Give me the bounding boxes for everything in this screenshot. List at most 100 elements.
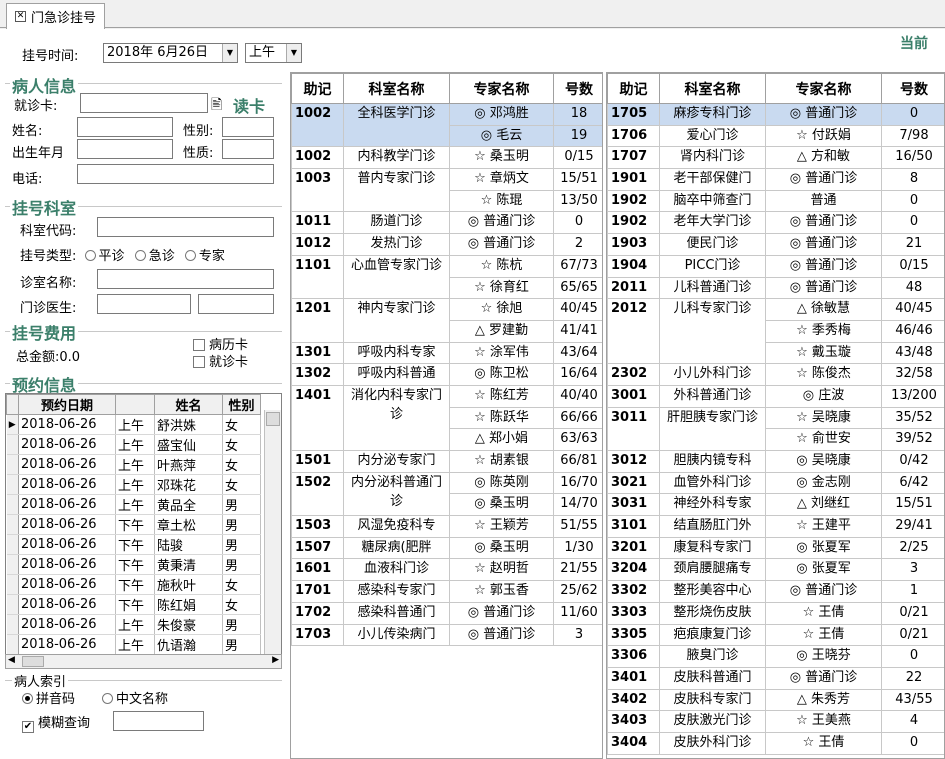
radio-chinese-name[interactable]: 中文名称 (102, 688, 168, 707)
table-row[interactable]: 3101 结直肠肛门外 ☆ 王建平 29/41 (607, 515, 944, 538)
table-row[interactable]: 1502 内分泌科普通门诊 ◎ 陈英刚 16/70 (291, 471, 602, 517)
reg-period-select[interactable]: 上午 ▼ (245, 43, 302, 63)
table-row[interactable]: 1904 PICC门诊 ◎ 普通门诊 0/15 (607, 254, 944, 278)
table-row[interactable]: 2018-06-26 下午 陆骏男 (6, 534, 261, 555)
table-row[interactable]: 1902 老年大学门诊 ◎ 普通门诊 0 (607, 211, 944, 235)
table-row[interactable]: 3303 整形烧伤皮肤 ☆ 王倩 0/21 (607, 601, 944, 625)
table-row[interactable]: 1706 爱心门诊 ☆ 付跃娟 7/98 (607, 124, 944, 148)
table-row[interactable]: ▶ 2018-06-26 上午 舒洪姝女 (6, 414, 261, 435)
col-code[interactable]: 助记 (291, 73, 344, 104)
table-row[interactable]: 2012 儿科专家门诊 △ 徐敏慧 40/45 (607, 298, 944, 365)
table-row[interactable]: 3021 血管外科门诊 ◎ 金志刚 6/42 (607, 471, 944, 495)
table-row[interactable]: 3204 颈肩腰腿痛专 ◎ 张夏军 3 (607, 558, 944, 582)
table-row[interactable]: 3302 整形美容中心 ◎ 普通门诊 1 (607, 580, 944, 603)
table-row[interactable]: 1901 老干部保健门 ◎ 普通门诊 8 (607, 168, 944, 191)
table-row[interactable]: 1012 发热门诊 ◎ 普通门诊 2 (291, 233, 602, 256)
table-row[interactable]: 1401 消化内科专家门诊 ☆ 陈红芳 40/40 (291, 384, 602, 452)
table-row[interactable]: 3201 康复科专家门 ◎ 张夏军 2/25 (607, 536, 944, 560)
appointment-table[interactable]: 预约日期 姓名 性别 ▶ 2018-06-26 上午 舒洪姝女 2018-06-26 上午… (5, 393, 282, 668)
col-number[interactable]: 号数 (553, 73, 602, 104)
gender-input[interactable] (222, 117, 274, 137)
table-row[interactable]: 3012 胆胰内镜专科 ◎ 吴晓康 0/42 (607, 450, 944, 473)
table-row[interactable]: 2018-06-26 下午 章土松男 (6, 514, 261, 535)
table-row[interactable]: 1201 神内专家门诊 ☆ 徐旭 40/45 (291, 298, 602, 343)
table-row[interactable]: 1903 便民门诊 ◎ 普通门诊 21 (607, 233, 944, 256)
table-row[interactable]: 2018-06-26 上午 朱俊豪男 (6, 614, 261, 635)
table-row[interactable]: 1707 肾内科门诊 △ 方和敏 16/50 (607, 146, 944, 170)
table-row[interactable]: 3031 神经外科专家 △ 刘继红 15/51 (607, 493, 944, 517)
table-row[interactable]: 2018-06-26 下午 黄秉清男 (6, 554, 261, 575)
phone-input[interactable] (77, 164, 274, 184)
tab-outpatient-registration[interactable]: ✕ 门急诊挂号 (6, 3, 106, 29)
col-appt-gender[interactable]: 性别 (222, 394, 261, 415)
table-row[interactable]: 1701 感染科专家门 ☆ 郭玉香 25/62 (291, 580, 602, 603)
col-dept[interactable]: 科室名称 (343, 73, 450, 104)
table-row[interactable]: 1302 呼吸内科普通 ◎ 陈卫松 16/64 (291, 363, 602, 386)
table-row[interactable]: 1702 感染科普通门 ◎ 普通门诊 11/60 (291, 601, 602, 625)
col-appt-date[interactable]: 预约日期 (18, 394, 116, 415)
dept-grid-right[interactable]: 助记 科室名称 专家名称 号数 1705 麻疹专科门诊 ◎ 普通门诊 0 1706 爱心门… (606, 72, 945, 759)
chk-fuzzy-query[interactable]: ✔ 模糊查询 (22, 712, 90, 733)
card-input[interactable] (80, 93, 208, 113)
radio-expert[interactable]: 专家 (184, 249, 225, 264)
reg-date-picker[interactable]: 2018年 6月26日 ▼ (103, 43, 238, 63)
dept-grid-left[interactable]: 助记 科室名称 专家名称 号数 1002 全科医学门诊 ◎ 邓鸿胜 18 ◎ 毛云 19 1… (290, 72, 603, 759)
table-row[interactable]: 2302 小儿外科门诊 ☆ 陈俊杰 32/58 (607, 363, 944, 386)
table-row[interactable]: 2018-06-26 上午 盛宝仙女 (6, 434, 261, 455)
col-code[interactable]: 助记 (607, 73, 660, 104)
table-row[interactable]: 3305 疤痕康复门诊 ☆ 王倩 0/21 (607, 623, 944, 647)
room-input[interactable] (97, 269, 274, 289)
table-row[interactable]: 2018-06-26 下午 施秋叶女 (6, 574, 261, 595)
appointment-hscroll[interactable]: ◀ ▶ (5, 654, 282, 669)
col-dept[interactable]: 科室名称 (659, 73, 766, 104)
dept-code-input[interactable] (97, 217, 274, 237)
col-appt-name[interactable]: 姓名 (154, 394, 223, 415)
name-input[interactable] (77, 117, 173, 137)
table-row[interactable]: 3011 肝胆胰专家门诊 ☆ 吴晓康 35/52 (607, 406, 944, 452)
col-doctor[interactable]: 专家名称 (449, 73, 554, 104)
radio-normal[interactable]: 平诊 (84, 249, 125, 264)
table-row[interactable]: 1301 呼吸内科专家 ☆ 涂军伟 43/64 (291, 341, 602, 365)
table-row[interactable]: 2018-06-26 上午 邓珠花女 (6, 474, 261, 495)
chevron-down-icon[interactable]: ▼ (286, 44, 301, 62)
col-appt-period[interactable] (115, 394, 155, 415)
table-row[interactable]: 2018-06-26 上午 仇语瀚男 (6, 634, 261, 655)
index-search-input[interactable] (113, 711, 204, 731)
radio-pinyin[interactable]: 拼音码 (22, 688, 75, 707)
appointment-vscroll[interactable] (264, 410, 281, 654)
table-row[interactable]: 1902 脑卒中筛查门 普通 0 (607, 189, 944, 213)
table-row[interactable]: 1101 心血管专家门诊 ☆ 陈杭 67/73 (291, 254, 602, 300)
table-row[interactable]: 1601 血液科门诊 ☆ 赵明哲 21/55 (291, 558, 602, 582)
radio-emergency[interactable]: 急诊 (134, 249, 175, 264)
table-row[interactable]: 2011 儿科普通门诊 ◎ 普通门诊 48 (607, 276, 944, 300)
table-row[interactable]: 3306 腋臭门诊 ◎ 王晓芬 0 (607, 645, 944, 668)
table-row[interactable]: 1002 内科教学门诊 ☆ 桑玉明 0/15 (291, 146, 602, 170)
close-icon[interactable]: ✕ (15, 11, 26, 22)
table-row[interactable]: 1503 风湿免疫科专 ☆ 王颖芳 51/55 (291, 515, 602, 538)
table-row[interactable]: 1703 小儿传染病门 ◎ 普通门诊 3 (291, 623, 602, 647)
chevron-down-icon[interactable]: ▼ (222, 44, 237, 62)
col-number[interactable]: 号数 (881, 73, 944, 104)
chk-visit-card[interactable]: 就诊卡 (193, 351, 248, 370)
table-row[interactable]: 2018-06-26 下午 陈红娟女 (6, 594, 261, 615)
col-doctor[interactable]: 专家名称 (765, 73, 882, 104)
table-row[interactable]: 1507 糖尿病(肥胖 ◎ 桑玉明 1/30 (291, 536, 602, 560)
read-card-button[interactable]: 读卡 (233, 93, 265, 117)
table-row[interactable]: 3403 皮肤激光门诊 ☆ 王美燕 4 (607, 710, 944, 733)
doctor-input[interactable] (97, 294, 191, 314)
table-row[interactable]: 1002 全科医学门诊 ◎ 邓鸿胜 18 (291, 102, 602, 148)
table-row[interactable]: 1003 普内专家门诊 ☆ 章炳文 15/51 (291, 168, 602, 213)
table-row[interactable]: 1501 内分泌专家门 ☆ 胡素银 66/81 (291, 450, 602, 473)
table-row[interactable]: 1011 肠道门诊 ◎ 普通门诊 0 (291, 211, 602, 235)
table-row[interactable]: 2018-06-26 上午 黄品全男 (6, 494, 261, 515)
birth-input[interactable] (77, 139, 173, 159)
table-row[interactable]: 3404 皮肤外科门诊 ☆ 王倩 0 (607, 731, 944, 755)
table-row[interactable]: 1705 麻疹专科门诊 ◎ 普通门诊 0 (607, 103, 944, 126)
doctor-input-2[interactable] (198, 294, 274, 314)
table-row[interactable]: 3402 皮肤科专家门 △ 朱秀芳 43/55 (607, 688, 944, 712)
nature-input[interactable] (222, 139, 274, 159)
table-row[interactable]: 3001 外科普通门诊 ◎ 庄波 13/200 (607, 384, 944, 408)
table-row[interactable]: 2018-06-26 上午 叶燕萍女 (6, 454, 261, 475)
card-reader-icon[interactable]: 🖹 (211, 94, 222, 118)
table-row[interactable]: 3401 皮肤科普通门 ◎ 普通门诊 22 (607, 666, 944, 690)
